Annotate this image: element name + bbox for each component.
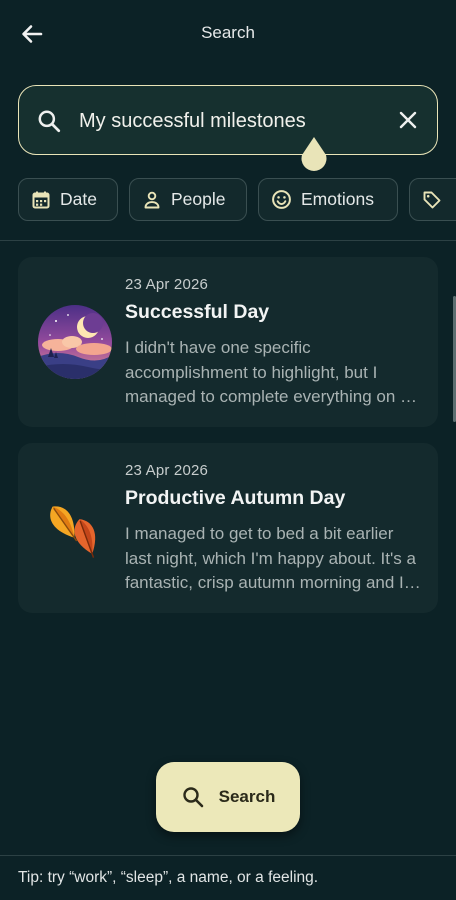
search-screen: Search My successful milestones Date Peo…: [0, 0, 456, 900]
filter-chip-date[interactable]: Date: [18, 178, 118, 221]
divider: [0, 855, 456, 856]
clear-search-button[interactable]: [393, 105, 423, 135]
search-field[interactable]: [18, 85, 438, 155]
night-moon-illustration: [38, 305, 112, 379]
search-icon: [182, 787, 203, 808]
filter-chips: Date People Emotions: [18, 178, 456, 222]
close-icon: [399, 111, 417, 129]
filter-chip-label: Date: [60, 189, 97, 209]
autumn-leaves-icon: [50, 506, 96, 558]
search-tip: Tip: try “work”, “sleep”, a name, or a f…: [18, 869, 319, 886]
entry-date: 23 Apr 2026: [125, 276, 209, 293]
filter-chip-tags[interactable]: [409, 178, 456, 221]
filter-chip-label: People: [171, 189, 226, 209]
filter-chip-emotions[interactable]: Emotions: [258, 178, 398, 221]
filter-chip-label: Emotions: [301, 189, 374, 209]
entry-excerpt: I didn't have one specific accomplishmen…: [125, 338, 423, 406]
search-input[interactable]: [79, 102, 379, 140]
text-cursor-handle[interactable]: [300, 137, 328, 171]
entry-title: Productive Autumn Day: [125, 487, 346, 509]
result-card[interactable]: 23 Apr 2026 Productive Autumn Day I mana…: [18, 443, 438, 613]
tag-icon: [423, 191, 441, 208]
filter-chip-people[interactable]: People: [129, 178, 247, 221]
person-icon: [144, 191, 160, 208]
entry-title: Successful Day: [125, 301, 270, 323]
search-icon: [36, 108, 62, 139]
smile-icon: [272, 190, 291, 209]
top-app-bar: Search: [0, 0, 456, 66]
entry-excerpt: I managed to get to bed a bit earlier la…: [125, 524, 416, 592]
calendar-icon: [32, 191, 50, 208]
result-card[interactable]: 23 Apr 2026 Successful Day I didn't have…: [18, 257, 438, 427]
page-title: Search: [201, 23, 255, 42]
divider: [0, 240, 456, 241]
search-button-label: Search: [218, 787, 276, 806]
search-button[interactable]: Search: [156, 762, 300, 832]
entry-date: 23 Apr 2026: [125, 462, 209, 479]
